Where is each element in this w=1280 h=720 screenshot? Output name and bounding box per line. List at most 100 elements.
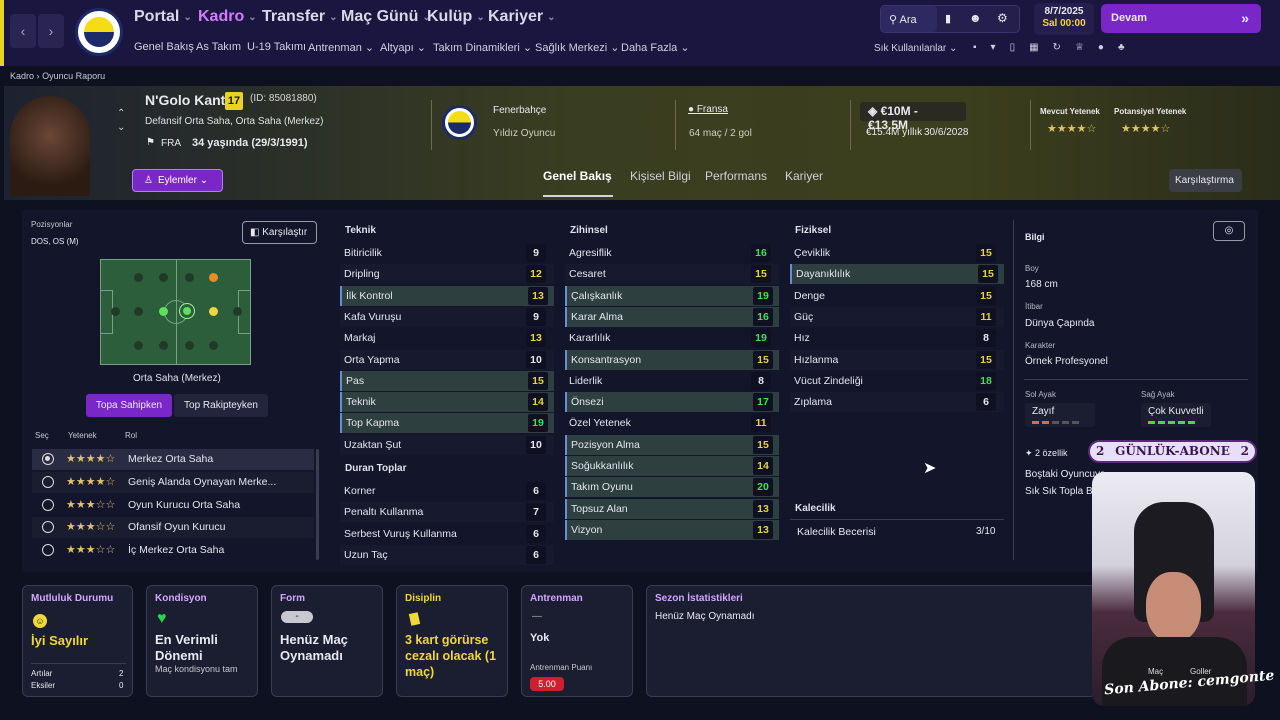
- attribute-row[interactable]: Güç 11: [790, 306, 1004, 327]
- group-icon[interactable]: ♣: [1118, 42, 1125, 53]
- attribute-row[interactable]: Vizyon 13: [565, 519, 779, 540]
- shirt-icon[interactable]: ▾: [991, 42, 996, 53]
- tab-performans[interactable]: Performans: [705, 169, 767, 183]
- toggle-out-of-possession[interactable]: Top Rakipteyken: [174, 394, 268, 417]
- attribute-row[interactable]: Penaltı Kullanma 7: [340, 502, 554, 523]
- attribute-row[interactable]: Konsantrasyon 15: [565, 349, 779, 370]
- role-row[interactable]: ★★★☆☆ İç Merkez Orta Saha: [32, 540, 314, 561]
- attribute-row[interactable]: Pas 15: [340, 370, 554, 391]
- attribute-row[interactable]: Hızlanma 15: [790, 349, 1004, 370]
- attribute-row[interactable]: Korner 6: [340, 481, 554, 501]
- training-card[interactable]: Antrenman — Yok Antrenman Puanı 5.00: [521, 585, 633, 697]
- toggle-in-possession[interactable]: Topa Sahipken: [86, 394, 172, 417]
- attribute-row[interactable]: Karar Alma 16: [565, 306, 779, 327]
- discipline-card[interactable]: Disiplin 3 kart görürse cezalı olacak (1…: [396, 585, 508, 697]
- tab-genel-bakis[interactable]: Genel Bakış: [543, 169, 612, 183]
- search-button[interactable]: ⚲ Ara: [881, 6, 937, 32]
- attribute-row[interactable]: Kararlılık 19: [565, 328, 779, 348]
- inbox-icon[interactable]: ▮: [945, 12, 951, 25]
- breadcrumb-kadro[interactable]: Kadro: [10, 71, 34, 81]
- role-row[interactable]: ★★★☆☆ Ofansif Oyun Kurucu: [32, 517, 314, 539]
- nav-transfer[interactable]: Transfer ⌄: [262, 8, 338, 26]
- attribute-row[interactable]: Uzun Taç 6: [340, 544, 554, 565]
- attribute-row[interactable]: İlk Kontrol 13: [340, 285, 554, 306]
- role-row[interactable]: ★★★★☆ Geniş Alanda Oynayan Merke...: [32, 471, 314, 493]
- attribute-row[interactable]: Agresiflik 16: [565, 243, 779, 263]
- gear-icon[interactable]: ⚙: [997, 11, 1008, 25]
- chevron-up-icon[interactable]: ⌃: [117, 107, 125, 121]
- attribute-row[interactable]: Bitiricilik 9: [340, 243, 554, 263]
- attribute-row[interactable]: Takım Oyunu 20: [565, 477, 779, 498]
- calendar-icon[interactable]: ▦: [1029, 42, 1038, 53]
- attribute-row[interactable]: Topsuz Alan 13: [565, 498, 779, 519]
- nav-kariyer[interactable]: Kariyer ⌄: [488, 8, 556, 26]
- subnav-daha-fazla[interactable]: Daha Fazla ⌄: [621, 41, 690, 54]
- compare-button[interactable]: Karşılaştırma: [1169, 169, 1242, 192]
- form-card[interactable]: Form - Henüz Maç Oynamadı: [271, 585, 383, 697]
- role-radio[interactable]: [42, 475, 54, 488]
- attribute-row[interactable]: Denge 15: [790, 286, 1004, 306]
- attribute-row[interactable]: Teknik 14: [340, 392, 554, 413]
- role-radio[interactable]: [42, 521, 54, 534]
- attribute-row[interactable]: Pozisyon Alma 15: [565, 434, 779, 455]
- attribute-row[interactable]: Serbest Vuruş Kullanma 6: [340, 524, 554, 544]
- attribute-row[interactable]: Markaj 13: [340, 328, 554, 348]
- attribute-row[interactable]: Özel Yetenek 11: [565, 413, 779, 433]
- attribute-row[interactable]: Dripling 12: [340, 264, 554, 285]
- forward-button[interactable]: ›: [38, 14, 64, 48]
- positions-compare-button[interactable]: ◧ Karşılaştır: [242, 221, 317, 244]
- trophy-icon[interactable]: ♕: [1075, 42, 1084, 53]
- nav-mac-gunu[interactable]: Maç Günü ⌄: [341, 8, 431, 26]
- tab-kisisel-bilgi[interactable]: Kişisel Bilgi: [630, 169, 691, 183]
- frequent-menu[interactable]: Sık Kullanılanlar ⌄: [874, 43, 957, 54]
- attribute-row[interactable]: Orta Yapma 10: [340, 349, 554, 370]
- chevron-down-icon[interactable]: ⌄: [117, 121, 125, 135]
- attribute-row[interactable]: Önsezi 17: [565, 392, 779, 413]
- ball-icon[interactable]: ●: [1098, 42, 1104, 53]
- traits-count[interactable]: ✦ 2 özellik: [1025, 448, 1068, 459]
- role-radio[interactable]: [42, 453, 54, 465]
- attribute-row[interactable]: Soğukkanlılık 14: [565, 456, 779, 476]
- chat-icon[interactable]: ▪: [973, 42, 977, 53]
- attribute-row[interactable]: Kafa Vuruşu 9: [340, 306, 554, 327]
- person-icon[interactable]: ☻: [969, 11, 982, 25]
- settings-toggle-icon[interactable]: ◎: [1213, 221, 1245, 241]
- attribute-row[interactable]: Cesaret 15: [565, 264, 779, 285]
- subnav-genel-bakis[interactable]: Genel Bakış: [134, 41, 194, 53]
- attribute-row[interactable]: Çalışkanlık 19: [565, 285, 779, 306]
- attribute-row[interactable]: Top Kapma 19: [340, 413, 554, 434]
- nav-kulup[interactable]: Kulüp ⌄: [427, 8, 485, 26]
- subnav-altyapi[interactable]: Altyapı ⌄: [380, 41, 426, 54]
- attribute-row[interactable]: Zıplama 6: [790, 392, 1004, 413]
- clipboard-icon[interactable]: ▯: [1010, 42, 1016, 53]
- role-row[interactable]: ★★★★☆ Merkez Orta Saha: [32, 449, 314, 470]
- role-radio[interactable]: [42, 544, 54, 557]
- roles-scrollbar[interactable]: [316, 449, 319, 560]
- refresh-icon[interactable]: ↻: [1053, 42, 1061, 53]
- attribute-row[interactable]: Çeviklik 15: [790, 243, 1004, 263]
- attribute-row[interactable]: Dayanıklılık 15: [790, 264, 1004, 285]
- club-crest-logo[interactable]: [75, 8, 123, 56]
- attribute-row[interactable]: Liderlik 8: [565, 371, 779, 391]
- tab-kariyer[interactable]: Kariyer: [785, 169, 823, 183]
- role-row[interactable]: ★★★☆☆ Oyun Kurucu Orta Saha: [32, 495, 314, 516]
- nav-portal[interactable]: Portal ⌄: [134, 8, 192, 26]
- happiness-card[interactable]: Mutluluk Durumu ☺ İyi Sayılır Artılar 2 …: [22, 585, 133, 697]
- subnav-u19[interactable]: U-19 Takımı: [247, 41, 306, 53]
- condition-card[interactable]: Kondisyon ♥ En Verimli Dönemi Maç kondis…: [146, 585, 258, 697]
- attribute-row[interactable]: Uzaktan Şut 10: [340, 434, 554, 455]
- nav-kadro[interactable]: Kadro ⌄: [198, 8, 257, 26]
- date-display[interactable]: 8/7/2025 Sal 00:00: [1034, 3, 1094, 35]
- attribute-row[interactable]: Hız 8: [790, 328, 1004, 348]
- subnav-takim-dinamikleri[interactable]: Takım Dinamikleri ⌄: [433, 41, 532, 54]
- subnav-as-takim[interactable]: As Takım: [196, 41, 241, 53]
- subnav-saglik-merkezi[interactable]: Sağlık Merkezi ⌄: [535, 41, 619, 54]
- nation-link[interactable]: ● Fransa: [688, 104, 728, 115]
- role-radio[interactable]: [42, 498, 54, 511]
- club-name[interactable]: Fenerbahçe: [493, 105, 546, 116]
- back-button[interactable]: ‹: [10, 14, 36, 48]
- season-stats-card[interactable]: Sezon İstatistikleri Henüz Maç Oynamadı: [646, 585, 1096, 697]
- attribute-row[interactable]: Vücut Zindeliği 18: [790, 371, 1004, 391]
- subnav-antrenman[interactable]: Antrenman ⌄: [308, 41, 374, 54]
- continue-button[interactable]: Devam »: [1101, 4, 1261, 33]
